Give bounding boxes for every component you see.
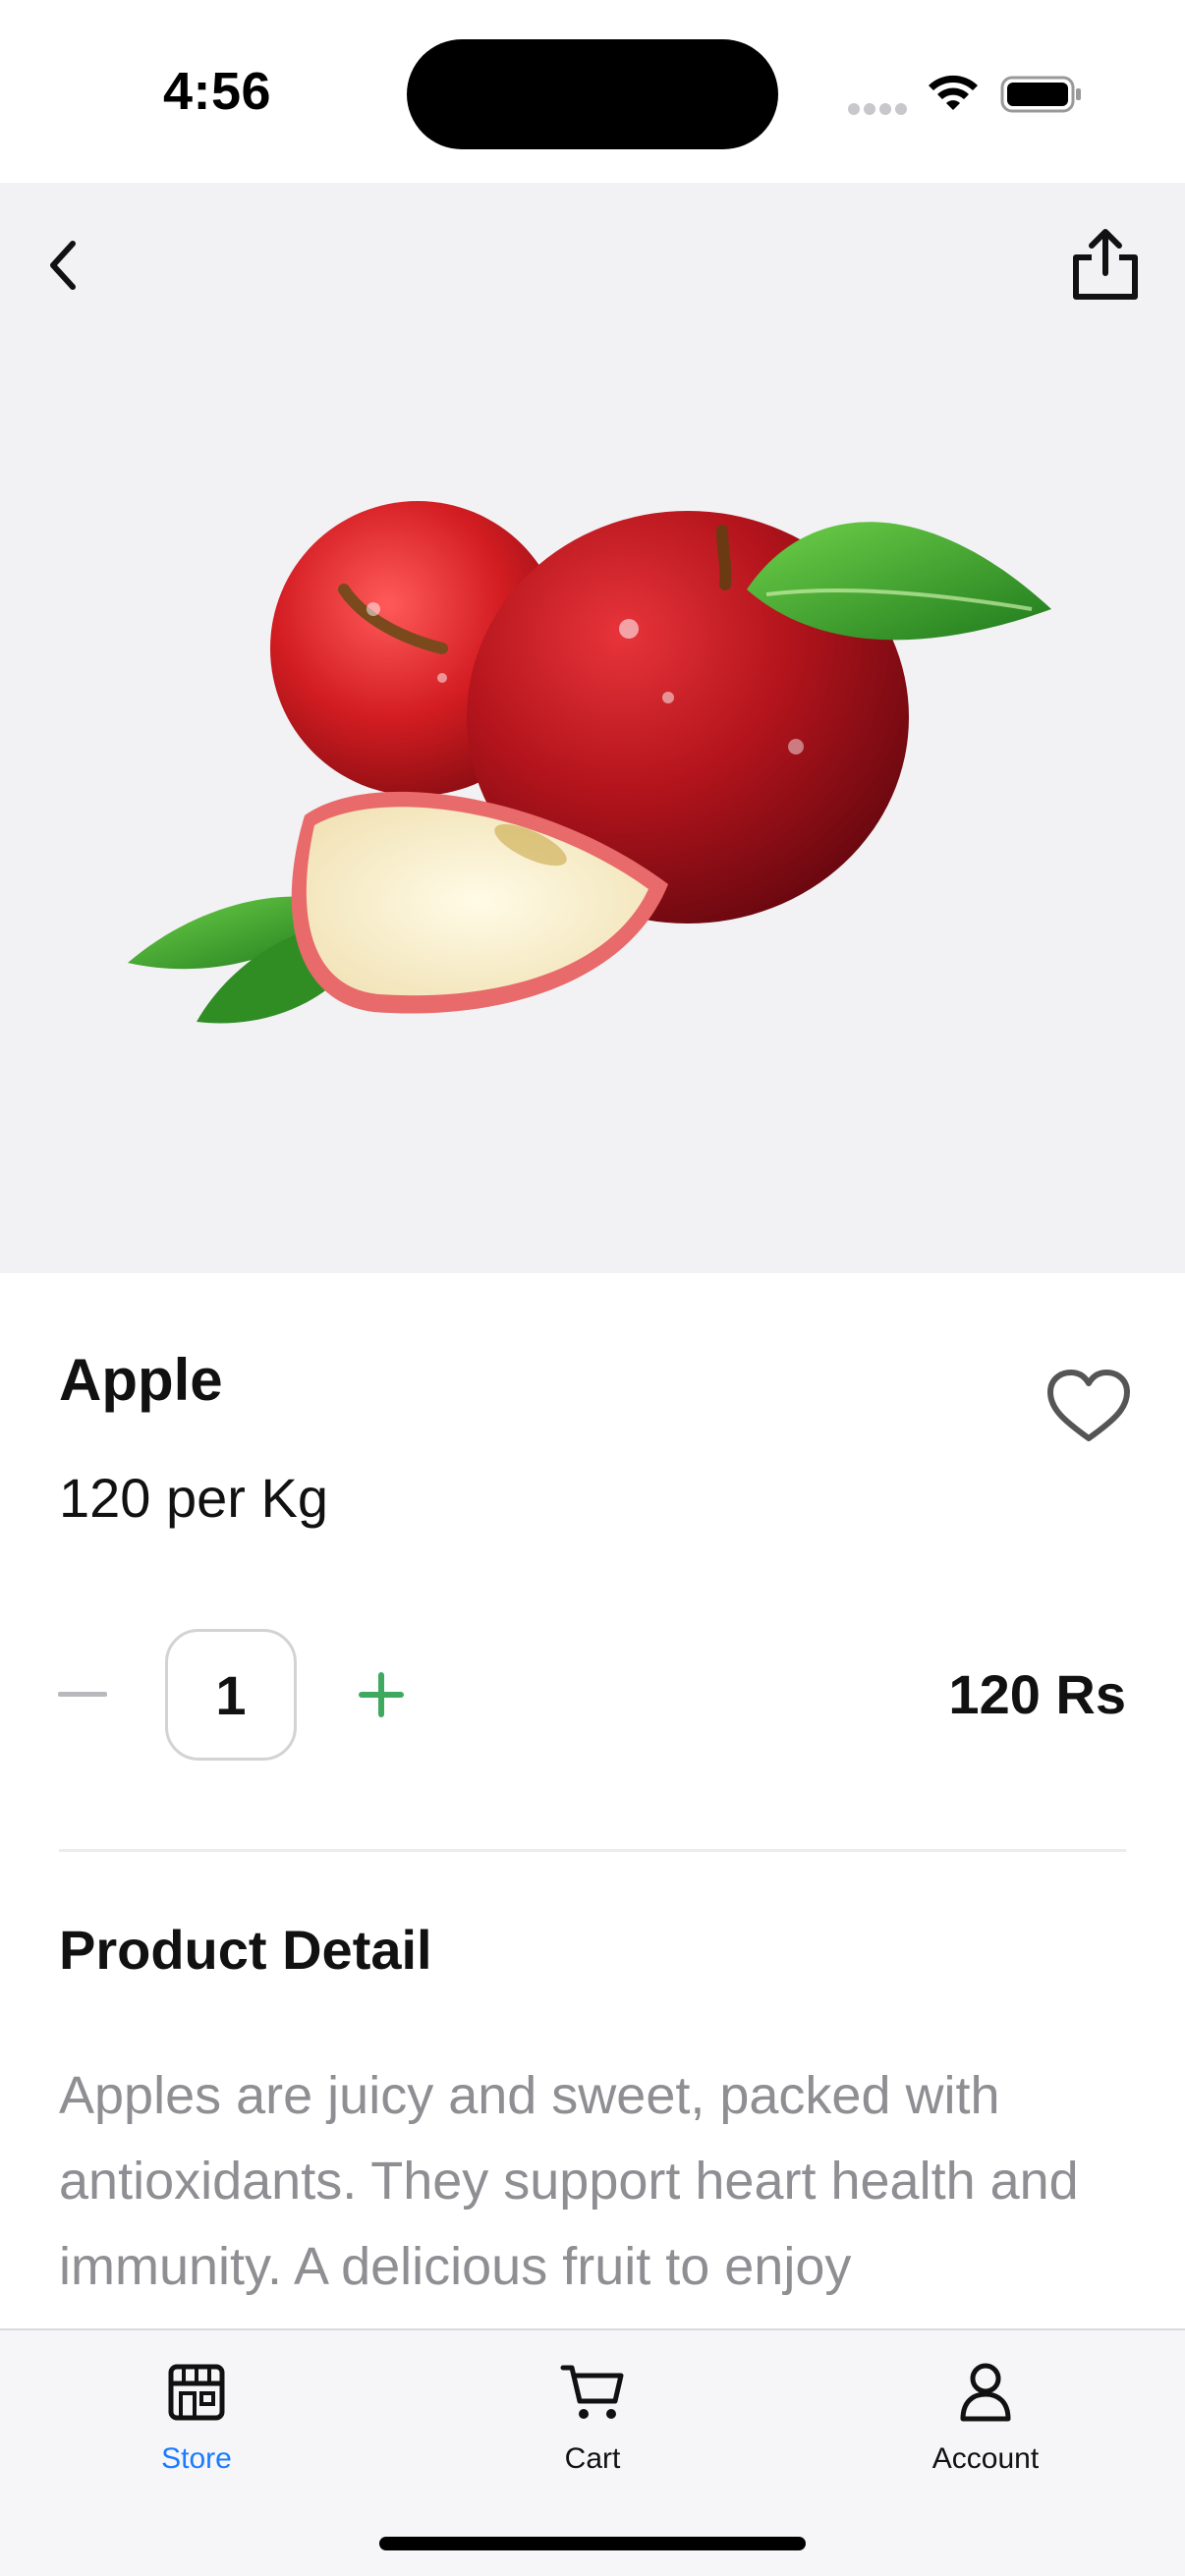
product-detail-screen: 4:56 Apple 120 per Kg 1 120 Rs Product D… xyxy=(0,0,1185,2576)
status-bar: 4:56 xyxy=(0,0,1185,183)
product-description: Apples are juicy and sweet, packed with … xyxy=(59,2066,1079,2296)
wifi-icon xyxy=(929,75,978,110)
product-detail-heading: Product Detail xyxy=(59,1919,432,1981)
share-icon xyxy=(1073,229,1138,300)
dynamic-island xyxy=(407,39,778,149)
cellular-signal-icon xyxy=(848,103,907,115)
tab-account[interactable]: Account xyxy=(868,2358,1103,2495)
favorite-button[interactable] xyxy=(1042,1364,1136,1450)
chevron-left-icon xyxy=(50,241,76,290)
section-divider xyxy=(59,1849,1126,1852)
account-icon xyxy=(951,2358,1020,2427)
cart-icon xyxy=(558,2358,627,2427)
share-button[interactable] xyxy=(1061,224,1150,307)
home-indicator[interactable] xyxy=(379,2537,806,2550)
status-time: 4:56 xyxy=(163,62,272,121)
tab-store[interactable]: Store xyxy=(79,2358,314,2495)
apple-product-image xyxy=(128,501,1051,1024)
back-button[interactable] xyxy=(33,224,92,307)
product-name: Apple xyxy=(59,1347,223,1413)
unit-price: 120 per Kg xyxy=(59,1467,328,1529)
decrease-quantity-button[interactable] xyxy=(55,1660,110,1729)
plus-icon xyxy=(359,1672,404,1717)
heart-icon xyxy=(1047,1370,1130,1441)
tab-cart[interactable]: Cart xyxy=(475,2358,710,2495)
quantity-field[interactable]: 1 xyxy=(165,1629,297,1761)
minus-icon xyxy=(58,1692,107,1697)
tab-cart-label: Cart xyxy=(564,2442,621,2475)
store-icon xyxy=(162,2358,231,2427)
tab-store-label: Store xyxy=(161,2442,232,2475)
total-price: 120 Rs xyxy=(948,1663,1126,1725)
battery-icon xyxy=(1000,76,1081,113)
tab-account-label: Account xyxy=(931,2442,1040,2475)
increase-quantity-button[interactable] xyxy=(352,1660,411,1729)
